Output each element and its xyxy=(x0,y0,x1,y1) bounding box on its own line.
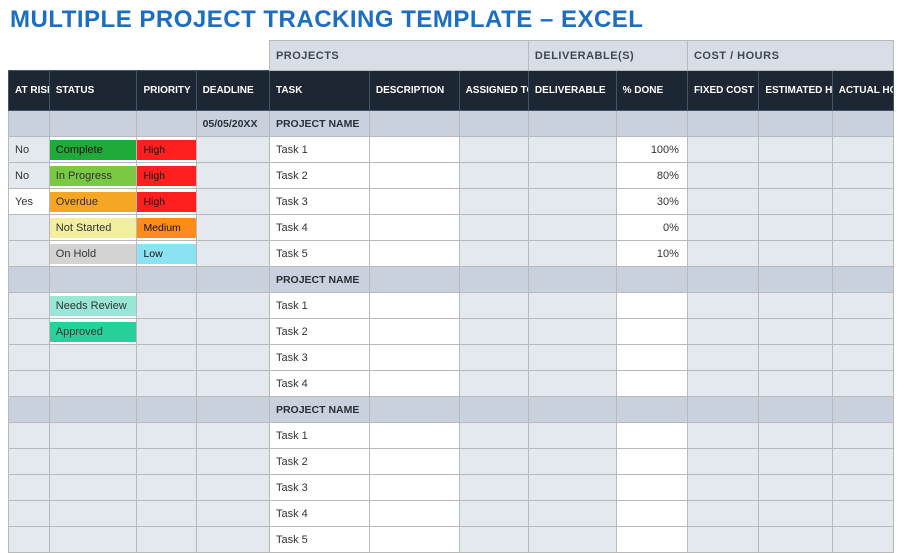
table-row: Not Started Medium Task 4 0% xyxy=(9,215,894,241)
description-cell[interactable] xyxy=(369,137,459,163)
table-row: Task 2 xyxy=(9,449,894,475)
priority-cell[interactable]: Low xyxy=(137,241,196,267)
table-row: Task 3 xyxy=(9,345,894,371)
priority-cell[interactable]: Medium xyxy=(137,215,196,241)
header-est-hours: ESTIMATED HOURS xyxy=(759,71,832,111)
task-cell[interactable]: Task 1 xyxy=(269,423,369,449)
section-projects: PROJECTS xyxy=(269,41,528,71)
status-cell[interactable]: On Hold xyxy=(49,241,137,267)
table-row: Yes Overdue High Task 3 30% xyxy=(9,189,894,215)
task-cell[interactable]: Task 3 xyxy=(269,475,369,501)
table-row: Needs Review Task 1 xyxy=(9,293,894,319)
project-name-cell[interactable]: PROJECT NAME xyxy=(269,267,369,293)
section-header-row: PROJECTS DELIVERABLE(S) COST / HOURS xyxy=(9,41,894,71)
task-cell[interactable]: Task 4 xyxy=(269,501,369,527)
header-fixed-cost: FIXED COST xyxy=(687,71,758,111)
task-cell[interactable]: Task 5 xyxy=(269,527,369,553)
actual-hours-cell[interactable] xyxy=(832,137,893,163)
header-status: STATUS xyxy=(49,71,137,111)
table-row: Task 1 xyxy=(9,423,894,449)
pct-done-cell[interactable]: 10% xyxy=(616,241,687,267)
task-cell[interactable]: Task 2 xyxy=(269,163,369,189)
pct-done-cell[interactable]: 80% xyxy=(616,163,687,189)
header-pct-done: % DONE xyxy=(616,71,687,111)
at-risk-cell[interactable]: Yes xyxy=(9,189,50,215)
section-blank xyxy=(9,41,270,71)
header-actual-hours: ACTUAL HOURS xyxy=(832,71,893,111)
status-cell[interactable]: Complete xyxy=(49,137,137,163)
header-description: DESCRIPTION xyxy=(369,71,459,111)
project-name-cell[interactable]: PROJECT NAME xyxy=(269,397,369,423)
task-cell[interactable]: Task 1 xyxy=(269,293,369,319)
header-at-risk: AT RISK xyxy=(9,71,50,111)
deadline-cell[interactable] xyxy=(196,137,269,163)
priority-cell[interactable]: High xyxy=(137,163,196,189)
section-cost: COST / HOURS xyxy=(687,41,893,71)
table-row: Task 3 xyxy=(9,475,894,501)
at-risk-cell[interactable] xyxy=(9,241,50,267)
status-cell[interactable]: Overdue xyxy=(49,189,137,215)
table-row: Task 4 xyxy=(9,371,894,397)
table-row: Task 4 xyxy=(9,501,894,527)
pct-done-cell[interactable]: 0% xyxy=(616,215,687,241)
table-row: No In Progress High Task 2 80% xyxy=(9,163,894,189)
assigned-cell[interactable] xyxy=(459,137,528,163)
task-cell[interactable]: Task 3 xyxy=(269,189,369,215)
section-deliverables: DELIVERABLE(S) xyxy=(528,41,687,71)
task-cell[interactable]: Task 1 xyxy=(269,137,369,163)
table-row: On Hold Low Task 5 10% xyxy=(9,241,894,267)
est-hours-cell[interactable] xyxy=(759,137,832,163)
at-risk-cell[interactable]: No xyxy=(9,137,50,163)
table-row: Task 5 xyxy=(9,527,894,553)
pct-done-cell[interactable]: 30% xyxy=(616,189,687,215)
task-cell[interactable]: Task 5 xyxy=(269,241,369,267)
fixed-cost-cell[interactable] xyxy=(687,137,758,163)
header-assigned-to: ASSIGNED TO xyxy=(459,71,528,111)
tracking-table: PROJECTS DELIVERABLE(S) COST / HOURS AT … xyxy=(8,40,894,553)
pct-done-cell[interactable]: 100% xyxy=(616,137,687,163)
table-row: No Complete High Task 1 100% xyxy=(9,137,894,163)
priority-cell[interactable]: High xyxy=(137,189,196,215)
status-cell[interactable]: Needs Review xyxy=(49,293,137,319)
task-cell[interactable]: Task 2 xyxy=(269,449,369,475)
task-cell[interactable]: Task 4 xyxy=(269,371,369,397)
task-cell[interactable]: Task 3 xyxy=(269,345,369,371)
project-group-row: PROJECT NAME xyxy=(9,397,894,423)
status-cell[interactable]: Not Started xyxy=(49,215,137,241)
project-group-row: 05/05/20XX PROJECT NAME xyxy=(9,111,894,137)
header-deadline: DEADLINE xyxy=(196,71,269,111)
header-task: TASK xyxy=(269,71,369,111)
project-group-row: PROJECT NAME xyxy=(9,267,894,293)
project-name-cell[interactable]: PROJECT NAME xyxy=(269,111,369,137)
task-cell[interactable]: Task 2 xyxy=(269,319,369,345)
at-risk-cell[interactable] xyxy=(9,215,50,241)
deliverable-cell[interactable] xyxy=(528,137,616,163)
at-risk-cell[interactable]: No xyxy=(9,163,50,189)
group-deadline[interactable]: 05/05/20XX xyxy=(196,111,269,137)
column-header-row: AT RISK STATUS PRIORITY DEADLINE TASK DE… xyxy=(9,71,894,111)
page-title: MULTIPLE PROJECT TRACKING TEMPLATE – EXC… xyxy=(10,6,894,34)
task-cell[interactable]: Task 4 xyxy=(269,215,369,241)
header-priority: PRIORITY xyxy=(137,71,196,111)
status-cell[interactable]: In Progress xyxy=(49,163,137,189)
priority-cell[interactable]: High xyxy=(137,137,196,163)
table-row: Approved Task 2 xyxy=(9,319,894,345)
header-deliverable: DELIVERABLE xyxy=(528,71,616,111)
status-cell[interactable]: Approved xyxy=(49,319,137,345)
